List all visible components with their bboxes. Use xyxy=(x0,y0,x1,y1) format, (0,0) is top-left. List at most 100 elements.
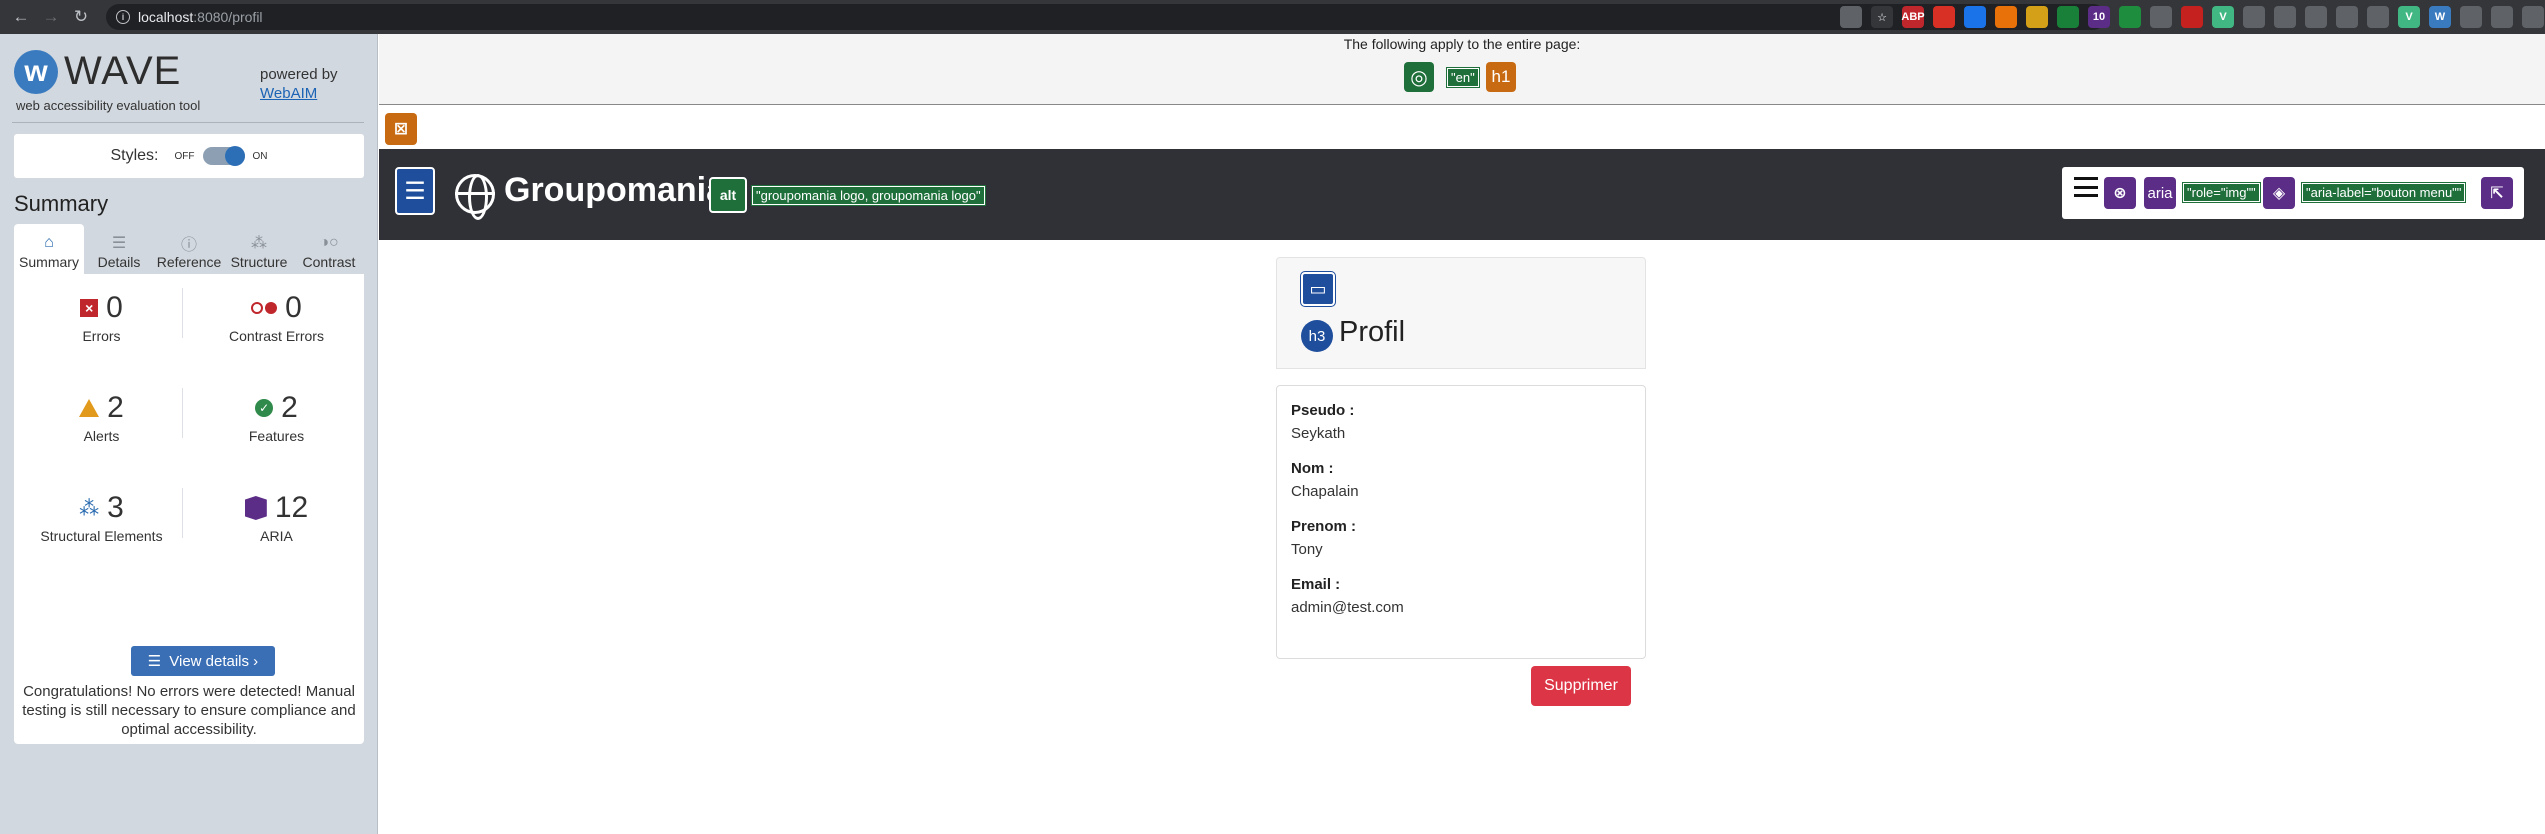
brand-title[interactable]: Groupomania xyxy=(504,171,725,210)
chrome-icon[interactable] xyxy=(1964,6,1986,28)
contrast-errors-label: Contrast Errors xyxy=(229,328,324,344)
field-value: Chapalain xyxy=(1291,483,1359,500)
toggle-knob xyxy=(224,146,245,166)
structural-count: 3 xyxy=(107,491,124,524)
queue-icon[interactable] xyxy=(2522,6,2544,28)
delete-button[interactable]: Supprimer xyxy=(1531,666,1631,706)
powered-by: powered by WebAIM xyxy=(260,66,338,102)
wave-logo-text: WAVE xyxy=(64,49,182,93)
flag-icon[interactable] xyxy=(2026,6,2048,28)
tab-structure[interactable]: ⁂ Structure xyxy=(224,224,294,274)
tab-summary[interactable]: ⌂ Summary xyxy=(14,224,84,274)
ext-ring-icon[interactable] xyxy=(2336,6,2358,28)
ext-doc-icon[interactable] xyxy=(2181,6,2203,28)
h1-alert-icon[interactable]: h1 xyxy=(1486,62,1516,92)
tab-reference[interactable]: ⓘ Reference xyxy=(154,224,224,274)
pen-icon[interactable] xyxy=(2119,6,2141,28)
contrast-error-icon xyxy=(251,302,278,314)
webaim-link[interactable]: WebAIM xyxy=(260,85,338,102)
features-label: Features xyxy=(248,428,305,444)
vue-icon[interactable]: V xyxy=(2212,6,2234,28)
camera-icon[interactable] xyxy=(2305,6,2327,28)
stat-structural[interactable]: ⁂ 3 Structural Elements xyxy=(14,488,189,544)
congrats-message: Congratulations! No errors were detected… xyxy=(22,683,356,738)
profile-title: Profil xyxy=(1339,316,1406,348)
menu-hamburger-icon[interactable] xyxy=(2074,177,2098,197)
aria-icon xyxy=(244,496,267,520)
tab-label: Reference xyxy=(156,254,222,270)
url-host: localhost xyxy=(138,9,194,25)
features-count: 2 xyxy=(281,391,298,424)
tab-label: Summary xyxy=(19,254,79,270)
lang-label: "en" xyxy=(1446,67,1480,88)
hierarchy-icon: ⁂ xyxy=(251,235,267,252)
profile-card-body: Pseudo : Seykath Nom : Chapalain Prenom … xyxy=(1276,385,1646,659)
translate-icon[interactable] xyxy=(1840,6,1862,28)
tab-contrast[interactable]: ◑○ Contrast xyxy=(294,224,364,274)
language-globe-icon[interactable]: ◎ xyxy=(1404,62,1434,92)
wave-tabs: ⌂ Summary ☰ Details ⓘ Reference ⁂ Struct… xyxy=(14,224,364,274)
puzzle-icon[interactable] xyxy=(2491,6,2513,28)
alerts-count: 2 xyxy=(107,391,124,424)
tab-label: Contrast xyxy=(302,254,356,270)
stat-aria[interactable]: 12 ARIA xyxy=(189,488,364,544)
aria-menu-icon[interactable]: ⊗ xyxy=(2104,177,2136,209)
stat-alerts[interactable]: 2 Alerts xyxy=(14,388,189,444)
star-icon[interactable]: ☆ xyxy=(1871,6,1893,28)
extension-bar: ☆ ABP 10 V V W xyxy=(1840,6,2545,28)
summary-heading: Summary xyxy=(14,191,109,216)
badge-icon[interactable]: 10 xyxy=(2088,6,2110,28)
missing-alt-alert-icon[interactable]: ⊠ xyxy=(385,113,417,145)
abp-icon[interactable]: ABP xyxy=(1901,6,1925,28)
ext-red-icon[interactable] xyxy=(1933,6,1955,28)
gear-icon[interactable] xyxy=(2150,6,2172,28)
site-info-icon[interactable]: i xyxy=(116,10,130,24)
forward-arrow-icon[interactable]: → xyxy=(36,2,66,32)
ext-grid-icon[interactable] xyxy=(2274,6,2296,28)
logo-alt-label: "groupomania logo, groupomania logo" xyxy=(751,185,986,206)
divider xyxy=(12,122,364,123)
alert-icon xyxy=(79,399,100,417)
page-content: The following apply to the entire page: … xyxy=(379,34,2545,834)
field-value: Seykath xyxy=(1291,425,1346,442)
header-region-icon[interactable]: ☰ xyxy=(395,167,435,215)
region-icon[interactable]: ▭ xyxy=(1300,271,1336,307)
stat-contrast-errors[interactable]: 0 Contrast Errors xyxy=(189,288,364,344)
structure-icon: ⁂ xyxy=(79,497,100,520)
field-prenom: Prenom : Tony xyxy=(1291,518,1631,558)
nav-menu: ⊗ aria "role="img"" ◈ "aria-label="bouto… xyxy=(2062,167,2524,219)
stat-errors[interactable]: × 0 Errors xyxy=(14,288,189,344)
ext-green-icon[interactable] xyxy=(2057,6,2079,28)
list-icon: ☰ xyxy=(147,653,162,670)
contrast-icon: ◑○ xyxy=(319,234,339,251)
alt-text-icon[interactable]: alt xyxy=(709,177,747,213)
ext-cast-icon[interactable] xyxy=(2367,6,2389,28)
styles-toggle[interactable] xyxy=(202,146,245,166)
reload-icon[interactable]: ↻ xyxy=(66,2,96,32)
aria-tag-icon[interactable]: ◈ xyxy=(2263,177,2295,209)
error-icon: × xyxy=(80,299,99,317)
aria-expanded-icon[interactable]: ⇱ xyxy=(2481,177,2513,209)
vue-icon-2[interactable]: V xyxy=(2398,6,2420,28)
h3-icon[interactable]: h3 xyxy=(1301,320,1333,352)
ext-orange-icon[interactable] xyxy=(1995,6,2017,28)
wave-logo: w WAVE xyxy=(14,49,181,94)
ext-circle-icon[interactable] xyxy=(2243,6,2265,28)
wave-ext-icon[interactable]: W xyxy=(2429,6,2451,28)
aria-badge-icon[interactable]: aria xyxy=(2144,177,2176,209)
page-notice-text: The following apply to the entire page: xyxy=(1343,36,1581,52)
tab-label: Structure xyxy=(230,254,288,270)
wave-sidebar: w WAVE web accessibility evaluation tool… xyxy=(0,34,378,834)
address-bar[interactable]: i localhost:8080/profil xyxy=(106,4,2106,30)
view-details-button[interactable]: ☰ View details › xyxy=(131,646,275,676)
back-arrow-icon[interactable]: ← xyxy=(6,2,36,32)
stat-features[interactable]: ✓ 2 Features xyxy=(189,388,364,444)
ext-dots-icon[interactable] xyxy=(2460,6,2482,28)
aria-badge-label: aria xyxy=(2147,184,2173,202)
field-nom: Nom : Chapalain xyxy=(1291,460,1631,500)
field-label: Nom : xyxy=(1291,460,1334,477)
profile-card-header: ▭ h3 Profil xyxy=(1276,257,1646,369)
styles-off-label: OFF xyxy=(174,150,195,162)
errors-label: Errors xyxy=(82,328,121,344)
tab-details[interactable]: ☰ Details xyxy=(84,224,154,274)
